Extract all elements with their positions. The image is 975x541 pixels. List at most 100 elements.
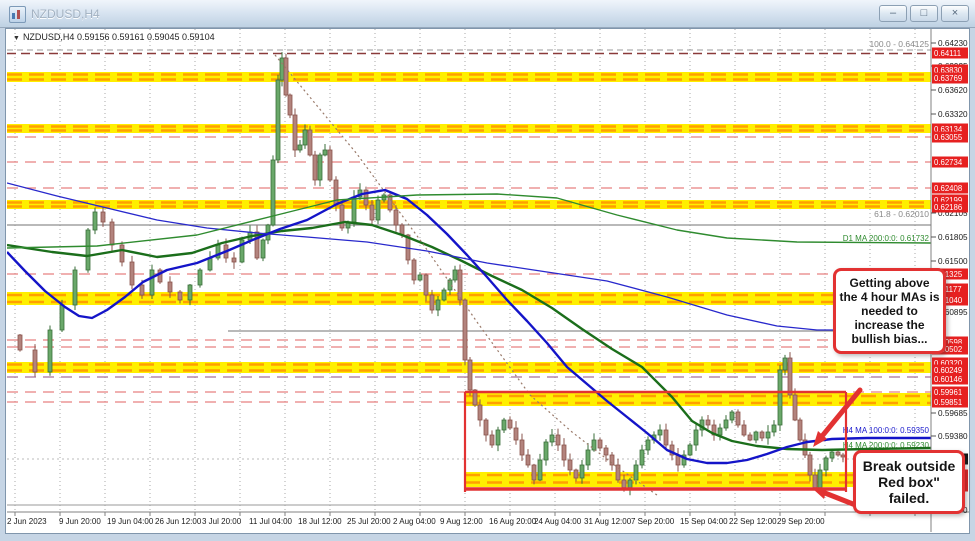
plot-area: H4 MA 200:0:0: 0.59230100.0 - 0.6412561.… [7, 29, 931, 512]
candle [639, 444, 645, 469]
candle [693, 424, 699, 451]
candle [157, 268, 163, 284]
candle [729, 410, 735, 424]
candle [812, 468, 818, 490]
candle [753, 430, 759, 444]
candle [627, 477, 633, 496]
candle [802, 433, 808, 458]
time-axis-label: 7 Sep 20:00 [631, 517, 675, 526]
candle [759, 430, 765, 442]
candle [119, 241, 125, 267]
price-tick-label: 0.59380 [938, 432, 968, 441]
chart-window-icon [9, 6, 26, 23]
close-button[interactable]: × [941, 5, 969, 22]
candle [657, 424, 663, 441]
svg-text:0.62408: 0.62408 [934, 184, 962, 193]
restore-button[interactable]: □ [910, 5, 938, 22]
time-axis-label: 29 Sep 20:00 [777, 517, 825, 526]
price-level-label: 0.59851 [932, 396, 968, 408]
candle [327, 146, 333, 182]
candle [287, 93, 293, 119]
candle [645, 436, 651, 455]
annotation-bullish-bias[interactable]: Getting above the 4 hour MAs is needed t… [833, 268, 946, 354]
candle [72, 266, 78, 310]
price-tick-label: 0.61500 [938, 257, 968, 266]
ohlc-values: NZDUSD,H4 0.59156 0.59161 0.59045 0.5910… [22, 32, 215, 42]
time-axis-label: 31 Aug 12:00 [584, 517, 632, 526]
minimize-button[interactable]: – [879, 5, 907, 22]
level-label: 100.0 - 0.64125 [869, 39, 929, 49]
time-axis-label: 16 Aug 20:00 [489, 517, 537, 526]
candle [375, 195, 381, 225]
candle [109, 218, 115, 252]
candle [207, 251, 213, 272]
time-axis-label: 26 Jun 12:00 [155, 517, 202, 526]
candle [549, 429, 555, 447]
candle [92, 207, 98, 235]
svg-text:0.59961: 0.59961 [934, 388, 962, 397]
candle [835, 449, 841, 457]
candle [597, 437, 603, 452]
candle [615, 458, 621, 483]
price-level-label: 0.62408 [932, 182, 968, 194]
candle [47, 325, 53, 376]
candle [537, 453, 543, 482]
candle [519, 433, 525, 462]
candle [357, 183, 363, 200]
candle [467, 357, 473, 396]
candle [777, 365, 783, 432]
price-tick-label: 0.61805 [938, 233, 968, 242]
dropdown-arrow-icon[interactable]: ▼ [13, 35, 20, 42]
candle [663, 423, 669, 450]
candle [457, 264, 463, 306]
candle [723, 415, 729, 431]
candle [231, 252, 237, 269]
time-axis-label: 3 Jul 20:00 [202, 517, 242, 526]
time-axis-label: 25 Jul 20:00 [347, 517, 391, 526]
candle [339, 201, 345, 231]
candle [452, 265, 458, 283]
candle [441, 287, 447, 302]
candle [387, 191, 393, 213]
price-level-label: 0.59961 [932, 386, 968, 398]
window-title: NZDUSD,H4 [31, 7, 100, 21]
candle [411, 258, 417, 285]
level-label: 61.8 - 0.62010 [874, 209, 929, 219]
price-level-label: 0.62734 [932, 156, 968, 168]
candle [312, 150, 318, 186]
candle [100, 206, 106, 227]
price-level-label: 0.63055 [932, 131, 968, 143]
candle [591, 433, 597, 452]
svg-text:0.63055: 0.63055 [934, 133, 963, 142]
level-label: H4 MA 100:0:0: 0.59350 [843, 426, 930, 435]
candle [275, 74, 281, 164]
candle [585, 443, 591, 470]
price-tick-label: 0.64230 [938, 39, 968, 48]
price-level-label: 0.62186 [932, 201, 968, 213]
candle [489, 430, 495, 448]
candle [462, 298, 468, 366]
candle [197, 268, 203, 288]
time-axis-label: 2 Aug 04:00 [393, 517, 436, 526]
candle [797, 417, 803, 442]
candle [483, 418, 489, 442]
candle [765, 425, 771, 445]
candle [32, 344, 38, 377]
time-axis-label: 18 Jul 12:00 [298, 517, 342, 526]
time-axis-label: 2 Jun 2023 [7, 517, 47, 526]
candle [817, 463, 823, 490]
time-axis-label: 15 Sep 04:00 [680, 517, 728, 526]
candle [239, 236, 245, 264]
candle [555, 428, 561, 451]
candle [307, 125, 313, 157]
chart-canvas[interactable]: H4 MA 200:0:0: 0.59230100.0 - 0.6412561.… [7, 29, 969, 532]
price-tick-label: 0.63320 [938, 110, 968, 119]
candle [322, 144, 328, 157]
time-axis-label: 9 Jun 20:00 [59, 517, 101, 526]
svg-text:0.63769: 0.63769 [934, 74, 962, 83]
h4-ma100-line[interactable] [7, 188, 931, 465]
candle [747, 432, 753, 442]
annotation-break-failed[interactable]: Break outside Red box" failed. [853, 450, 965, 514]
candle [17, 333, 23, 352]
svg-text:0.64111: 0.64111 [934, 49, 961, 58]
